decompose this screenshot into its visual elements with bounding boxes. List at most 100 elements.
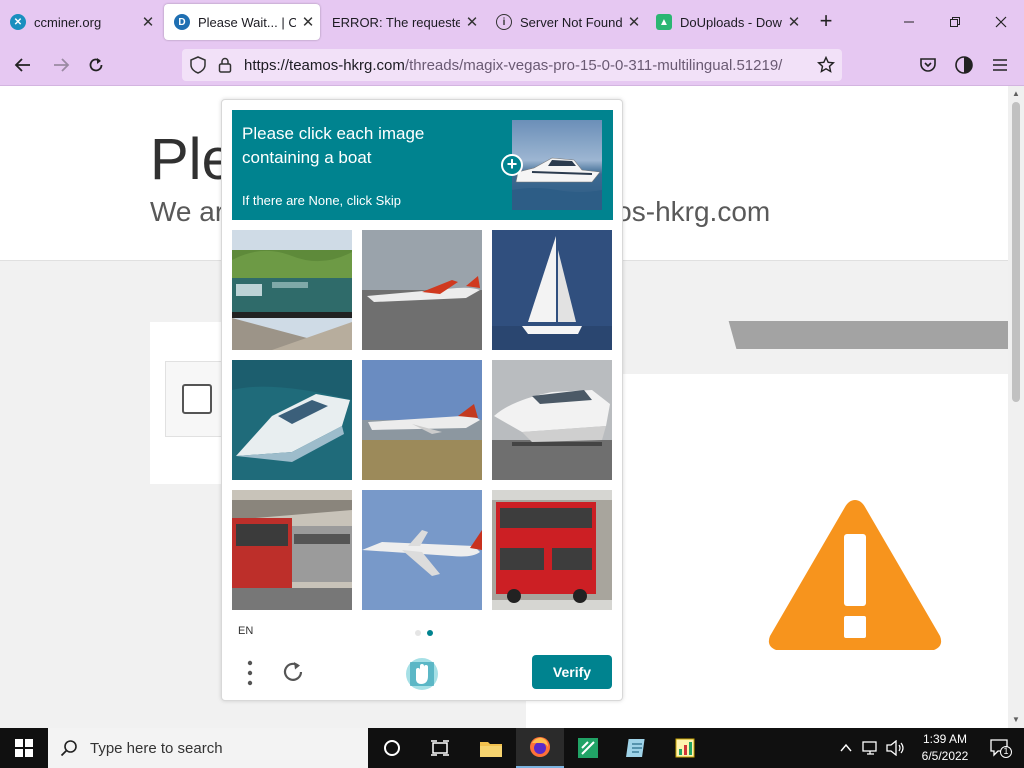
app-taskbar-button-4[interactable] <box>661 728 709 768</box>
start-button[interactable] <box>0 728 48 768</box>
notification-count: 1 <box>1003 746 1009 756</box>
network-icon[interactable] <box>862 740 880 756</box>
app-taskbar-button-3[interactable] <box>613 728 661 768</box>
challenge-prompt: Please click each image containing a boa… <box>242 124 425 167</box>
expand-example-icon[interactable]: + <box>501 154 523 176</box>
firefox-icon <box>530 737 550 757</box>
task-view-button[interactable] <box>416 728 464 768</box>
chart-app-icon <box>675 738 695 758</box>
notes-app-icon <box>626 739 645 757</box>
new-tab-button[interactable]: + <box>812 8 840 36</box>
tab-title: DoUploads - Download <box>680 14 782 30</box>
hamburger-menu-icon <box>993 59 1007 71</box>
pocket-icon <box>920 58 936 72</box>
chevron-up-icon[interactable] <box>840 742 852 754</box>
clock-time: 1:39 AM <box>922 732 968 746</box>
navigation-toolbar: https://teamos-hkrg.com/threads/magix-ve… <box>0 44 1024 86</box>
account-button[interactable] <box>949 50 979 80</box>
tab-ccminer[interactable]: ✕ ccminer.org ✕ <box>0 4 160 40</box>
refresh-icon[interactable] <box>280 659 306 685</box>
tab-title: ccminer.org <box>34 14 102 30</box>
tab-please-wait[interactable]: D Please Wait... | Cloudflare ✕ <box>164 4 320 40</box>
vertical-scrollbar[interactable]: ▲ ▼ <box>1008 86 1024 728</box>
tab-title: Server Not Found <box>520 14 622 30</box>
forward-button[interactable] <box>46 50 76 80</box>
arrow-left-icon <box>14 58 30 72</box>
reload-icon <box>89 58 103 72</box>
tracking-protection-shield-icon[interactable] <box>190 56 206 74</box>
windows-logo-icon <box>15 739 33 757</box>
volume-icon[interactable] <box>886 740 904 756</box>
reload-button[interactable] <box>81 50 111 80</box>
scroll-thumb[interactable] <box>1012 102 1020 402</box>
challenge-tile-7[interactable] <box>232 490 352 610</box>
address-bar[interactable]: https://teamos-hkrg.com/threads/magix-ve… <box>182 49 842 81</box>
language-selector[interactable]: EN <box>238 625 253 637</box>
close-tab-icon[interactable]: ✕ <box>782 13 806 31</box>
close-tab-icon[interactable]: ✕ <box>296 13 320 31</box>
folder-icon <box>480 742 502 757</box>
restore-button[interactable] <box>932 0 978 44</box>
account-icon <box>955 56 973 74</box>
tab-server-not-found[interactable]: i Server Not Found ✕ <box>486 4 646 40</box>
challenge-tile-4[interactable] <box>232 360 352 480</box>
info-icon: i <box>496 14 512 30</box>
app-menu-button[interactable] <box>985 50 1015 80</box>
challenge-header: Please click each image containing a boa… <box>232 110 613 220</box>
warning-icon <box>768 500 942 650</box>
clock-date: 6/5/2022 <box>921 749 969 763</box>
tab-strip: ✕ ccminer.org ✕ D Please Wait... | Cloud… <box>0 0 1024 44</box>
green-app-icon <box>578 738 598 758</box>
arrow-right-icon <box>54 58 70 72</box>
example-image-boat <box>512 120 602 210</box>
close-tab-icon[interactable]: ✕ <box>622 13 646 31</box>
lock-icon[interactable] <box>218 57 232 73</box>
page-subtitle-left: We ar <box>150 196 225 227</box>
taskbar-search-box[interactable]: Type here to search <box>48 728 368 768</box>
challenge-tile-5[interactable] <box>362 360 482 480</box>
minimize-button[interactable] <box>886 0 932 44</box>
challenge-tile-3[interactable] <box>492 230 612 350</box>
firefox-taskbar-button[interactable] <box>516 728 564 768</box>
tab-title: ERROR: The requested URL <box>332 14 460 30</box>
hcaptcha-logo-icon[interactable] <box>404 656 440 692</box>
scroll-up-icon[interactable]: ▲ <box>1008 86 1024 102</box>
page-dot-2 <box>427 630 433 636</box>
file-explorer-button[interactable] <box>467 728 515 768</box>
ccminer-favicon-icon: ✕ <box>10 14 26 30</box>
page-dot-1 <box>415 630 421 636</box>
challenge-tile-2[interactable] <box>362 230 482 350</box>
close-icon <box>995 16 1007 28</box>
challenge-tile-1[interactable] <box>232 230 352 350</box>
human-checkbox[interactable] <box>182 384 212 414</box>
tab-error[interactable]: ERROR: The requested URL ✕ <box>322 4 484 40</box>
page-subtitle-right: os-hkrg.com <box>616 196 771 227</box>
url-path: /threads/magix-vegas-pro-15-0-0-311-mult… <box>404 57 783 74</box>
bookmark-star-icon[interactable] <box>817 56 835 74</box>
douploads-favicon-icon: ▲ <box>656 14 672 30</box>
challenge-tile-9[interactable] <box>492 490 612 610</box>
task-view-icon <box>431 740 449 756</box>
cortana-circle-icon <box>384 740 400 756</box>
search-icon <box>60 740 77 757</box>
cortana-button[interactable] <box>368 728 416 768</box>
restore-icon <box>950 17 960 27</box>
hcaptcha-challenge: Please click each image containing a boa… <box>221 99 623 701</box>
close-tab-icon[interactable]: ✕ <box>136 13 160 31</box>
url-text: https://teamos-hkrg.com/threads/magix-ve… <box>244 57 782 74</box>
system-tray: 1:39 AM 6/5/2022 1 <box>832 728 1024 768</box>
close-window-button[interactable] <box>978 0 1024 44</box>
more-options-icon[interactable] <box>242 660 258 686</box>
close-tab-icon[interactable]: ✕ <box>460 13 484 31</box>
windows-taskbar: Type here to search 1:39 AM 6/5/2022 1 <box>0 728 1024 768</box>
verify-button[interactable]: Verify <box>532 655 612 689</box>
back-button[interactable] <box>8 50 38 80</box>
pocket-button[interactable] <box>913 50 943 80</box>
clock[interactable]: 1:39 AM 6/5/2022 <box>912 731 978 765</box>
challenge-tile-8[interactable] <box>362 490 482 610</box>
cloudflare-favicon-icon: D <box>174 14 190 30</box>
scroll-down-icon[interactable]: ▼ <box>1008 712 1024 728</box>
challenge-tile-6[interactable] <box>492 360 612 480</box>
app-taskbar-button-2[interactable] <box>564 728 612 768</box>
tab-douploads[interactable]: ▲ DoUploads - Download ✕ <box>646 4 806 40</box>
